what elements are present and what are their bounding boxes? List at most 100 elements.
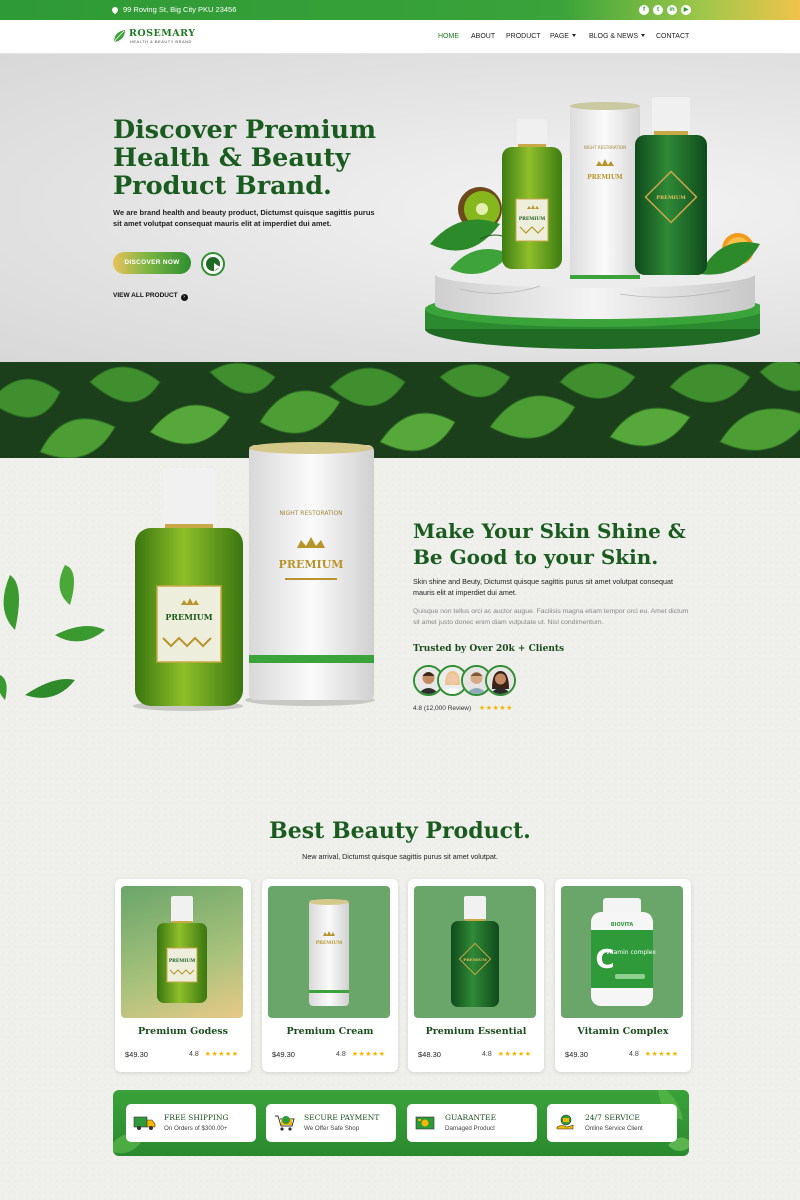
youtube-icon[interactable]: ▶ [681, 5, 691, 15]
product-price: $49.30 [125, 1050, 148, 1059]
chevron-down-icon [641, 34, 646, 37]
svg-text:PREMIUM: PREMIUM [316, 940, 343, 946]
product-image: PREMIUM [268, 886, 390, 1018]
nav-page[interactable]: PAGE [550, 33, 576, 40]
twitter-icon[interactable]: t [653, 5, 663, 15]
leaf-logo-icon [113, 30, 125, 43]
star-rating-icon: ★★★★★ [497, 1051, 532, 1058]
product-rating: 4.8 ★★★★★ [189, 1050, 239, 1058]
top-bar: 99 Roving St, Big City PKU 23456 f t in … [0, 0, 800, 20]
money-icon [415, 1116, 435, 1130]
play-icon [206, 257, 220, 271]
svg-text:PREMIUM: PREMIUM [656, 195, 686, 201]
nav-contact[interactable]: CONTACT [656, 33, 689, 40]
product-rating-value: 4.8 [189, 1051, 199, 1058]
feature-title: FREE SHIPPING [164, 1113, 229, 1122]
brand-tagline: HEALTH & BEAUTY BRAND [130, 39, 192, 44]
svg-text:PREMIUM: PREMIUM [463, 957, 487, 962]
skin-description: Skin shine and Beuty, Dictumst quisque s… [413, 577, 673, 597]
brand-name: ROSEMARY [129, 28, 196, 39]
product-name[interactable]: Premium Cream [262, 1026, 398, 1037]
svg-text:NIGHT RESTORATION: NIGHT RESTORATION [584, 145, 626, 150]
star-rating-icon: ★★★★★ [204, 1051, 239, 1058]
view-all-product-link[interactable]: VIEW ALL PRODUCT › [113, 292, 188, 301]
linkedin-icon[interactable]: in [667, 5, 677, 15]
nav-about[interactable]: ABOUT [471, 33, 495, 40]
chevron-down-icon [571, 34, 576, 37]
feature-subtitle: Online Service Client [585, 1125, 643, 1132]
product-name[interactable]: Vitamin Complex [555, 1026, 691, 1037]
vitamin-text-label: vitamin complex [606, 949, 656, 956]
leaves-banner [0, 362, 800, 458]
star-rating-icon: ★★★★★ [351, 1051, 386, 1058]
feature-secure-payment: SECURE PAYMENT We Offer Safe Shop [266, 1104, 396, 1142]
star-rating-icon: ★★★★★ [478, 705, 513, 712]
best-products-title: Best Beauty Product. [269, 818, 531, 844]
product-card[interactable]: PREMIUM Premium Cream $49.30 4.8 ★★★★★ [262, 879, 398, 1072]
feature-guarantee: GUARANTEE Damaged Product [407, 1104, 537, 1142]
review-rating: 4.8 (12,000 Review) ★★★★★ [413, 704, 513, 712]
product-rating-value: 4.8 [629, 1051, 639, 1058]
feature-subtitle: We Offer Safe Shop [304, 1125, 360, 1132]
review-rating-text: 4.8 (12,000 Review) [413, 705, 472, 712]
view-all-label: VIEW ALL PRODUCT [113, 292, 178, 299]
support-icon [556, 1114, 574, 1130]
discover-now-button[interactable]: DISCOVER NOW [113, 252, 191, 274]
product-name[interactable]: Premium Godess [115, 1026, 251, 1037]
best-products-subtitle: New arrival, Dictumst quisque sagittis p… [302, 852, 498, 861]
location-pin-icon [110, 5, 120, 15]
star-rating-icon: ★★★★★ [644, 1051, 679, 1058]
product-rating: 4.8 ★★★★★ [629, 1050, 679, 1058]
nav-blog[interactable]: BLOG & NEWS [589, 33, 646, 40]
address-text: 99 Roving St, Big City PKU 23456 [123, 5, 237, 14]
product-image: BIOVITA C vitamin complex [561, 886, 683, 1018]
svg-text:PREMIUM: PREMIUM [169, 958, 196, 964]
cart-icon [275, 1115, 295, 1131]
feature-free-shipping: FREE SHIPPING On Orders of $300.00+ [126, 1104, 256, 1142]
address: 99 Roving St, Big City PKU 23456 [110, 5, 237, 15]
nav-product[interactable]: PRODUCT [506, 33, 541, 40]
product-rating: 4.8 ★★★★★ [336, 1050, 386, 1058]
svg-text:PREMIUM: PREMIUM [587, 174, 623, 181]
vitamin-brand-label: BIOVITA [611, 922, 634, 928]
product-card[interactable]: BIOVITA C vitamin complex Vitamin Comple… [555, 879, 691, 1072]
facebook-icon[interactable]: f [639, 5, 649, 15]
play-video-button[interactable] [201, 252, 225, 276]
box-label-premium: PREMIUM [279, 558, 344, 571]
nav-blog-label: BLOG & NEWS [589, 33, 639, 40]
skin-description-secondary: Quisque non tellus orci ac auctor augue.… [413, 608, 689, 626]
feature-24-7-service: 24/7 SERVICE Online Service Client [547, 1104, 677, 1142]
flying-leaves-decoration [0, 565, 105, 700]
product-image: PREMIUM [121, 886, 243, 1018]
feature-title: 24/7 SERVICE [585, 1113, 640, 1122]
feature-subtitle: Damaged Product [445, 1125, 495, 1132]
avatar [485, 665, 516, 696]
truck-icon [133, 1116, 156, 1130]
svg-text:PREMIUM: PREMIUM [165, 612, 212, 622]
product-name[interactable]: Premium Essential [408, 1026, 544, 1037]
product-card[interactable]: PREMIUM Premium Godess $49.30 4.8 ★★★★★ [115, 879, 251, 1072]
box-label-night: NIGHT RESTORATION [279, 510, 342, 517]
hero-section: Discover Premium Health & Beauty Product… [0, 54, 800, 362]
hero-product-image: NIGHT RESTORATION PREMIUM PREMIUM PREMIU… [425, 97, 760, 349]
product-rating: 4.8 ★★★★★ [482, 1050, 532, 1058]
product-rating-value: 4.8 [482, 1051, 492, 1058]
svg-text:PREMIUM: PREMIUM [519, 216, 546, 222]
product-image: PREMIUM [414, 886, 536, 1018]
hero-description: We are brand health and beauty product, … [113, 208, 375, 228]
product-rating-value: 4.8 [336, 1051, 346, 1058]
features-bar: FREE SHIPPING On Orders of $300.00+ SECU… [113, 1090, 689, 1156]
nav-home[interactable]: HOME [438, 33, 459, 40]
main-nav: ROSEMARY HEALTH & BEAUTY BRAND HOME ABOU… [0, 20, 800, 54]
hero-title: Discover Premium Health & Beauty Product… [113, 115, 377, 201]
product-price: $49.30 [565, 1050, 588, 1059]
feature-subtitle: On Orders of $300.00+ [164, 1125, 228, 1132]
nav-page-label: PAGE [550, 33, 569, 40]
product-price: $49.30 [272, 1050, 295, 1059]
leaves-background-image [0, 362, 800, 458]
product-price: $48.30 [418, 1050, 441, 1059]
trusted-clients-heading: Trusted by Over 20k + Clients [413, 644, 565, 654]
arrow-right-icon: › [180, 294, 188, 301]
skin-product-image: NIGHT RESTORATION PREMIUM PREMIUM [133, 442, 375, 711]
product-card[interactable]: PREMIUM Premium Essential $48.30 4.8 ★★★… [408, 879, 544, 1072]
